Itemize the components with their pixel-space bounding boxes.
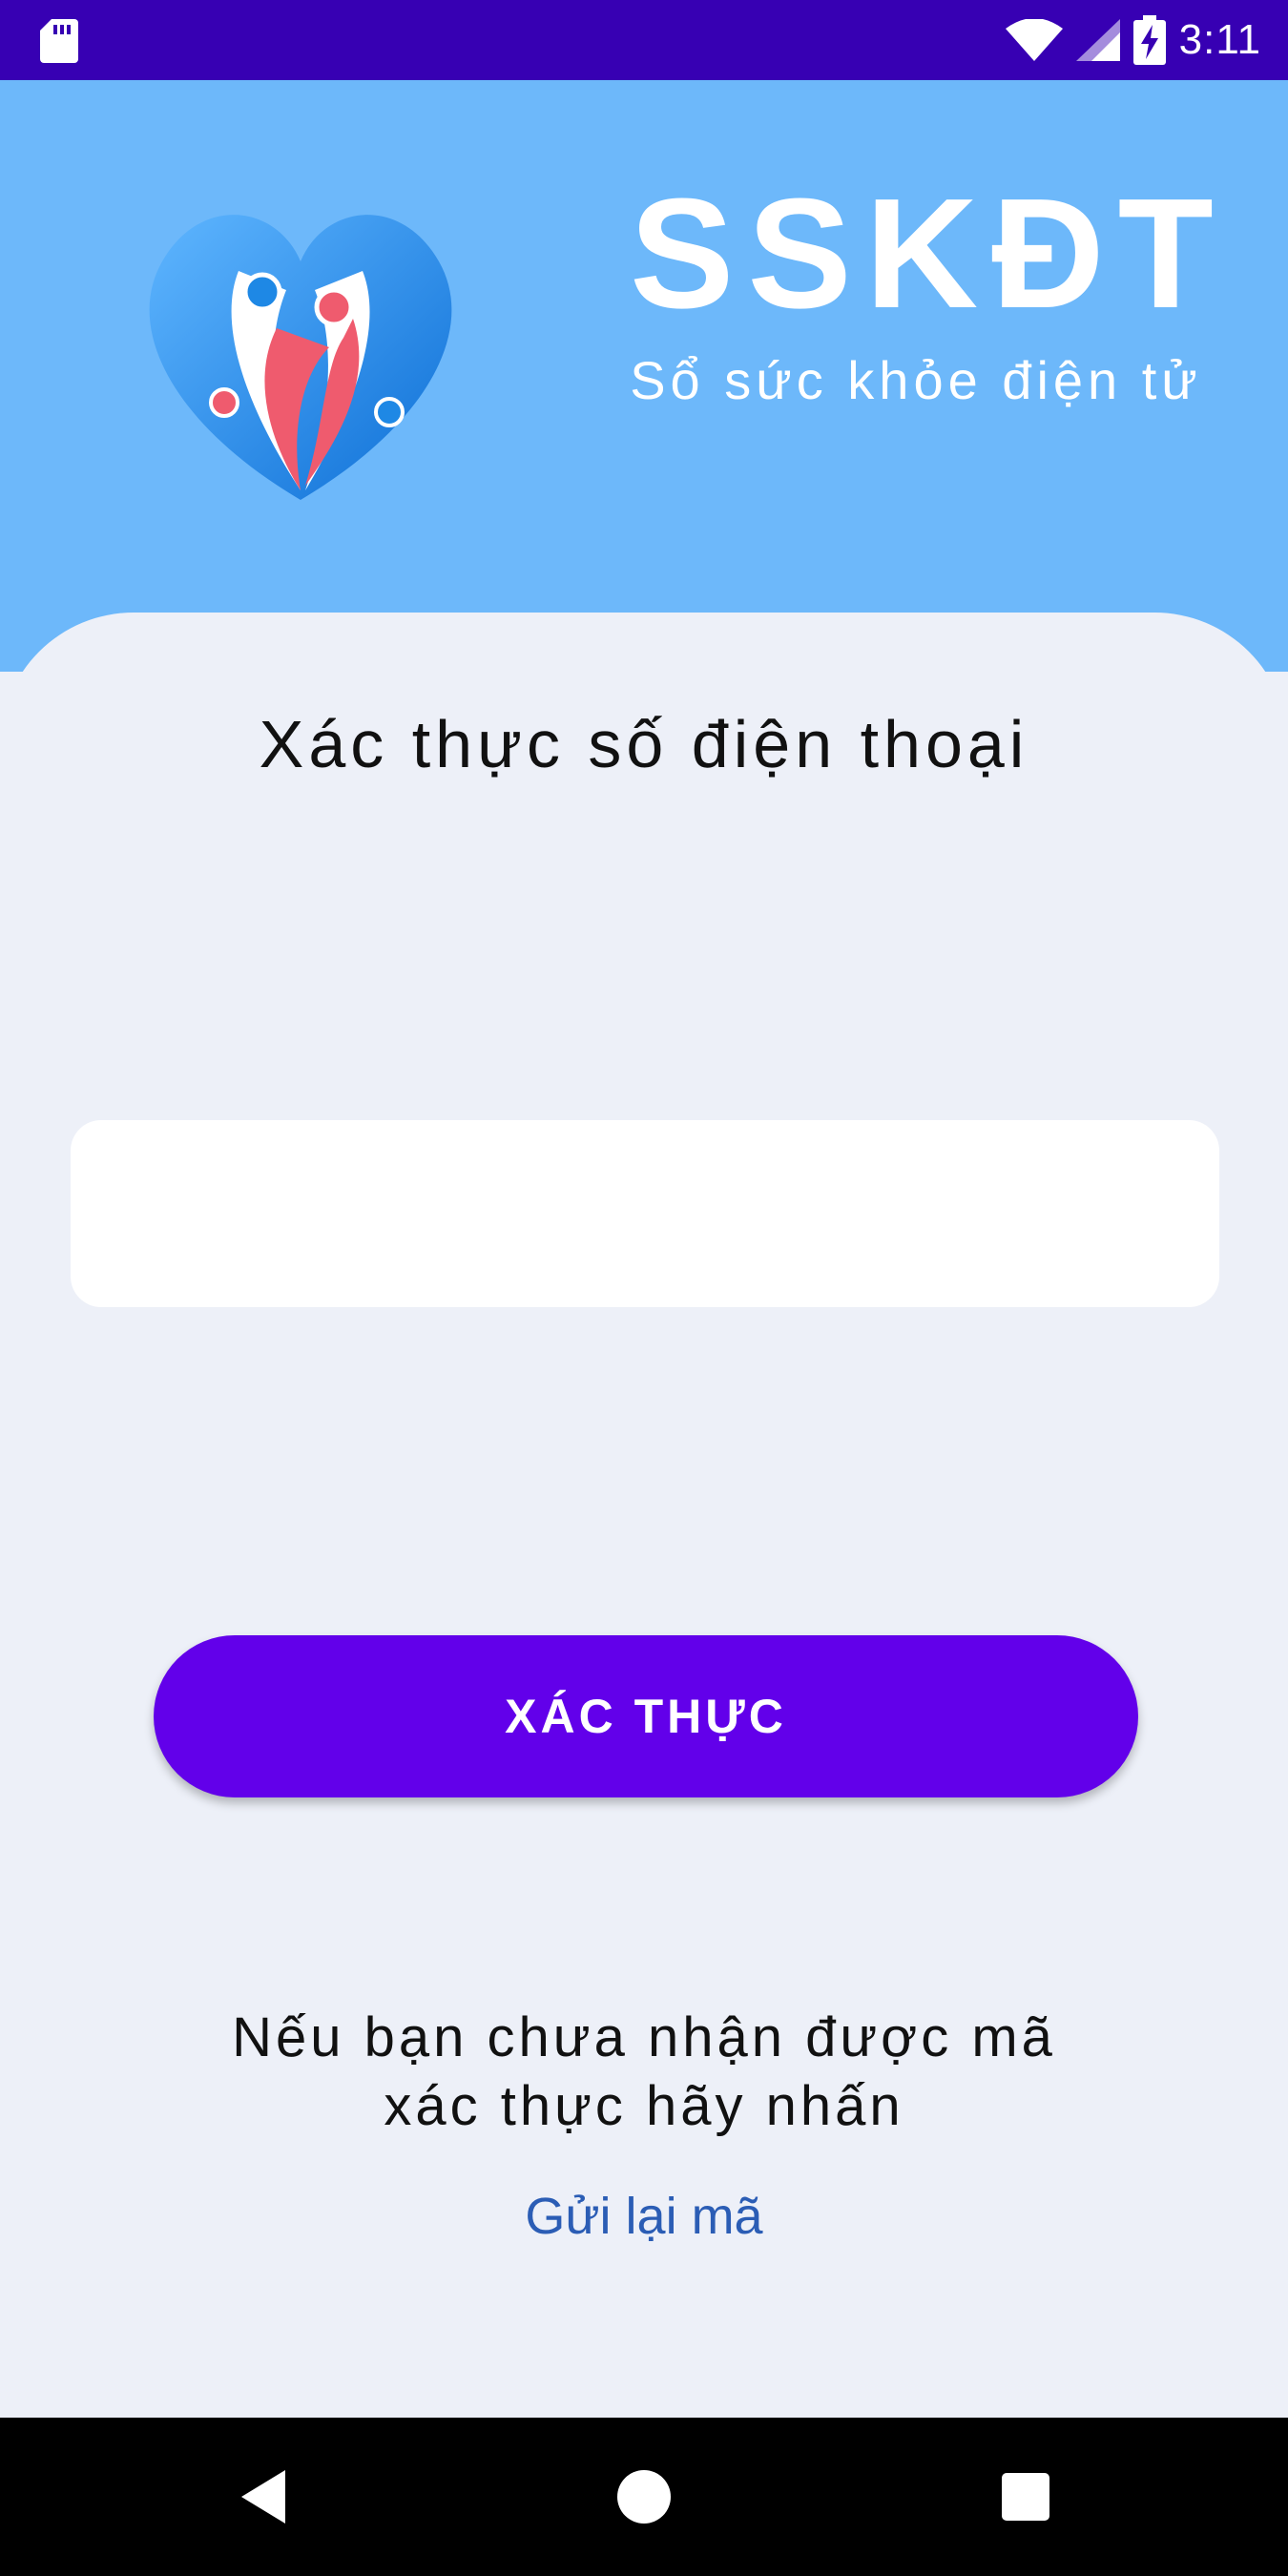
system-nav-bar [0, 2418, 1288, 2576]
resend-notice: Nếu bạn chưa nhận được mã xác thực hãy n… [0, 2004, 1288, 2141]
notice-line-2: xác thực hãy nhấn [384, 2075, 904, 2137]
page-title: Xác thực số điện thoại [259, 707, 1029, 781]
resend-code-link[interactable]: Gửi lại mã [0, 2187, 1288, 2246]
status-time: 3:11 [1178, 16, 1261, 63]
nav-back-button[interactable] [187, 2418, 340, 2576]
app-header: SSKĐT Sổ sức khỏe điện tử [0, 80, 1288, 672]
app-subtitle: Sổ sức khỏe điện tử [630, 350, 1202, 410]
heart-family-logo-icon [149, 215, 452, 500]
wifi-icon [1005, 19, 1063, 61]
status-indicators: 3:11 [1005, 0, 1261, 80]
verification-code-input[interactable] [71, 1120, 1219, 1307]
nav-recents-button[interactable] [949, 2418, 1102, 2576]
verify-button[interactable]: XÁC THỰC [154, 1635, 1138, 1797]
back-icon [241, 2470, 285, 2524]
app-name: SSKĐT [630, 166, 1227, 341]
verify-phone-screen: 3:11 SSKĐT Sổ sức khỏe điện tử Xác thực … [0, 0, 1288, 2576]
nav-home-button[interactable] [568, 2418, 720, 2576]
home-icon [617, 2470, 671, 2524]
notice-line-1: Nếu bạn chưa nhận được mã [232, 2006, 1056, 2068]
sd-card-icon [40, 19, 78, 63]
signal-icon [1075, 19, 1120, 61]
status-bar: 3:11 [0, 0, 1288, 80]
verification-card: Xác thực số điện thoại XÁC THỰC Nếu bạn … [0, 613, 1288, 2425]
recents-icon [1002, 2473, 1049, 2521]
battery-charging-icon [1132, 15, 1166, 65]
